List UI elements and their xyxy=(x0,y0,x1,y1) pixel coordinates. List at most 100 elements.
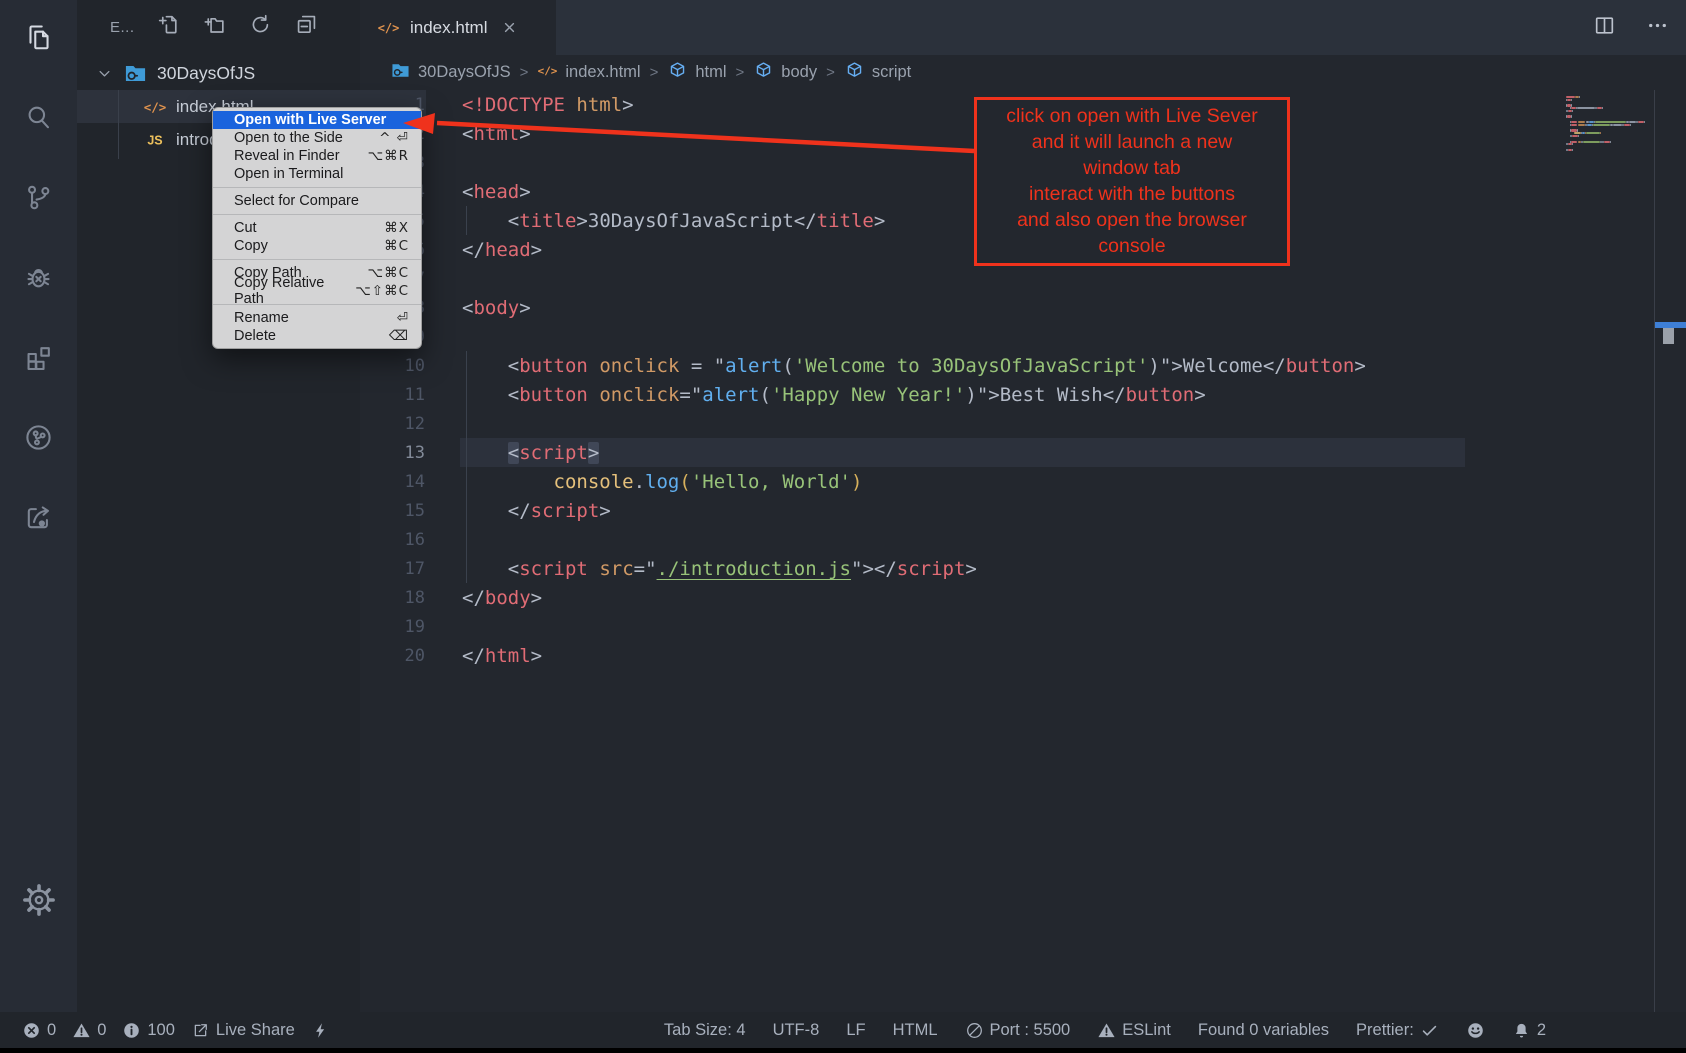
menu-shortcut: ^ ⏎ xyxy=(379,130,409,146)
new-folder-button[interactable] xyxy=(202,12,227,42)
overview-ruler xyxy=(1654,90,1686,1012)
more-actions-button[interactable] xyxy=(1645,13,1670,43)
svg-text:</>: </> xyxy=(538,64,558,77)
split-editor-icon xyxy=(1592,25,1617,42)
line-number: 16 xyxy=(360,530,425,550)
split-editor-button[interactable] xyxy=(1592,13,1617,43)
minimap[interactable] xyxy=(1566,96,1654,152)
activity-item-git-tool[interactable] xyxy=(0,400,77,480)
current-line-highlight xyxy=(460,438,1465,467)
window-bottom-edge xyxy=(0,1048,1686,1053)
code-line-15: 15 </script> xyxy=(360,496,611,525)
breadcrumb-separator: > xyxy=(736,64,745,81)
menu-item-copy[interactable]: Copy⌘C xyxy=(213,237,421,255)
indent-guide xyxy=(466,351,467,583)
warning-filled-icon xyxy=(1097,1021,1116,1040)
status-live-server-port[interactable]: Port : 5500 xyxy=(965,1021,1071,1040)
menu-shortcut: ⌥⇧⌘C xyxy=(355,283,409,299)
new-file-icon xyxy=(156,12,181,42)
menu-item-rename[interactable]: Rename⏎ xyxy=(213,309,421,327)
breadcrumb-item-30DaysOfJS[interactable]: 30DaysOfJS xyxy=(390,60,511,86)
status-info-count[interactable]: 100 xyxy=(122,1021,175,1040)
collapse-folders-button[interactable] xyxy=(294,12,319,42)
status-notifications[interactable]: 2 xyxy=(1512,1021,1546,1040)
tab-strip: </> index.html xyxy=(360,0,1686,55)
status-errors[interactable]: 0 xyxy=(22,1021,56,1040)
status-feedback[interactable] xyxy=(1466,1021,1485,1040)
breadcrumb-item-body[interactable]: body xyxy=(753,60,817,86)
breadcrumb-separator: > xyxy=(826,64,835,81)
status-eslint[interactable]: ESLint xyxy=(1097,1021,1171,1040)
explorer-header: E... xyxy=(77,0,360,54)
cube-icon xyxy=(753,60,774,86)
status-bar: 00 100 Live Share Tab Size: 4 UTF-8 LF HTML Po… xyxy=(0,1012,1686,1048)
menu-item-open-with-live-server[interactable]: Open with Live Server xyxy=(213,111,421,129)
menu-item-cut[interactable]: Cut⌘X xyxy=(213,219,421,237)
status-eol[interactable]: LF xyxy=(846,1021,865,1040)
refresh-icon xyxy=(248,12,273,42)
close-icon[interactable] xyxy=(501,19,518,36)
line-number: 10 xyxy=(360,356,425,376)
activity-item-run-and-debug[interactable] xyxy=(0,240,77,320)
code-line-16: 16 xyxy=(360,525,462,554)
debug-icon xyxy=(23,262,54,298)
activity-item-extensions[interactable] xyxy=(0,320,77,400)
svg-text:</>: </> xyxy=(144,99,167,114)
menu-shortcut: ⌘C xyxy=(384,238,409,254)
new-folder-icon xyxy=(202,12,227,42)
menu-item-reveal-in-finder[interactable]: Reveal in Finder⌥⌘R xyxy=(213,147,421,165)
menu-item-open-in-terminal[interactable]: Open in Terminal xyxy=(213,165,421,183)
scrollbar-thumb[interactable] xyxy=(1663,328,1674,344)
line-number: 12 xyxy=(360,414,425,434)
activity-item-live-share[interactable] xyxy=(0,480,77,560)
chevron-down-icon[interactable] xyxy=(95,64,114,83)
status-language-mode[interactable]: HTML xyxy=(893,1021,938,1040)
annotation-line: and also open the browser xyxy=(979,207,1285,233)
breadcrumb-item-html[interactable]: html xyxy=(667,60,726,86)
annotation-line: interact with the buttons xyxy=(979,181,1285,207)
html-code-icon: </> xyxy=(143,95,167,119)
status-variables-found[interactable]: Found 0 variables xyxy=(1198,1021,1329,1040)
breadcrumb-item-index.html[interactable]: </>index.html xyxy=(537,60,640,86)
source-control-icon xyxy=(23,182,54,218)
menu-shortcut: ⌥⌘R xyxy=(368,148,409,164)
lightning-icon xyxy=(311,1021,330,1040)
code-line-5: 5 <title>30DaysOfJavaScript</title> xyxy=(360,206,885,235)
code-line-12: 12 xyxy=(360,409,462,438)
menu-separator xyxy=(213,187,421,188)
breadcrumb-item-script[interactable]: script xyxy=(844,60,911,86)
code-line-19: 19 xyxy=(360,612,462,641)
status-live-share[interactable]: Live Share xyxy=(191,1021,295,1040)
tab-index-html[interactable]: </> index.html xyxy=(360,0,556,55)
editor-actions xyxy=(1592,0,1670,55)
explorer-title: E... xyxy=(110,19,135,36)
menu-item-delete[interactable]: Delete⌫ xyxy=(213,327,421,345)
cube-icon xyxy=(667,60,688,86)
status-tab-size[interactable]: Tab Size: 4 xyxy=(664,1021,746,1040)
activity-item-explorer[interactable] xyxy=(0,0,77,80)
menu-item-copy-relative-path[interactable]: Copy Relative Path⌥⇧⌘C xyxy=(213,282,421,300)
activity-item-search[interactable] xyxy=(0,80,77,160)
code-line-20: 20</html> xyxy=(360,641,542,670)
settings-button[interactable] xyxy=(0,872,77,932)
line-number: 15 xyxy=(360,501,425,521)
status-prettier[interactable]: Prettier: xyxy=(1356,1021,1439,1040)
menu-separator xyxy=(213,214,421,215)
check-icon xyxy=(1420,1021,1439,1040)
code-line-14: 14 console.log('Hello, World') xyxy=(360,467,862,496)
annotation-line: click on open with Live Sever xyxy=(979,103,1285,129)
status-warnings[interactable]: 0 xyxy=(72,1021,106,1040)
refresh-explorer-button[interactable] xyxy=(248,12,273,42)
git-circle-icon xyxy=(23,422,54,458)
status-quick-action[interactable] xyxy=(311,1021,330,1040)
menu-item-open-to-the-side[interactable]: Open to the Side^ ⏎ xyxy=(213,129,421,147)
status-right: Tab Size: 4 UTF-8 LF HTML Port : 5500 ESLint F… xyxy=(664,1021,1546,1040)
collapse-all-icon xyxy=(294,12,319,42)
status-encoding[interactable]: UTF-8 xyxy=(773,1021,820,1040)
menu-item-select-for-compare[interactable]: Select for Compare xyxy=(213,192,421,210)
activity-item-source-control[interactable] xyxy=(0,160,77,240)
line-number: 13 xyxy=(360,443,425,463)
folder-row-30daysofjs[interactable]: 30DaysOfJS xyxy=(77,57,360,90)
new-file-button[interactable] xyxy=(156,12,181,42)
code-line-17: 17 <script src="./introduction.js"></scr… xyxy=(360,554,977,583)
